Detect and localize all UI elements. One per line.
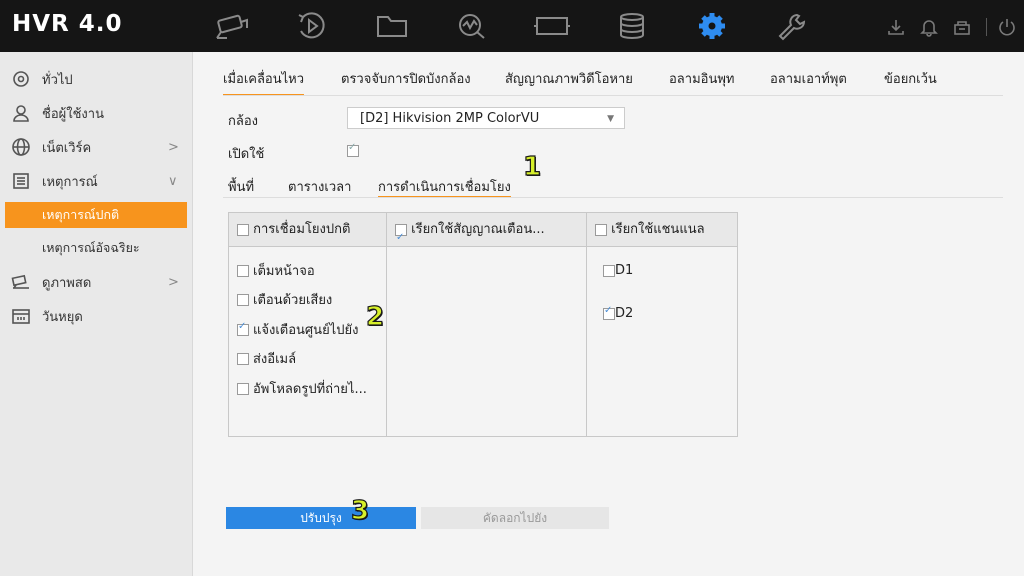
checkbox[interactable] (237, 382, 249, 395)
sidebar-item-label: เหตุการณ์ (42, 174, 98, 190)
camera-label: กล้อง (228, 114, 258, 129)
linkage-grid: การเชื่อมโยงปกติ เรียกใช้สัญญาณเตือน... … (228, 212, 738, 437)
enable-label: เปิดใช้ (228, 147, 265, 162)
chevron-down-icon: ∨ (168, 173, 178, 189)
checkbox[interactable] (237, 352, 249, 365)
checkbox[interactable] (237, 293, 249, 306)
apply-button[interactable]: ปรับปรุง (226, 507, 416, 529)
step-badge-1: 1 (522, 151, 542, 182)
camera-select-value: [D2] Hikvision 2MP ColorVU (360, 111, 540, 126)
sidebar-item-label: ดูภาพสด (42, 275, 92, 291)
tab-video-tampering[interactable]: ตรวจจับการปิดบังกล้อง (341, 68, 471, 94)
power-icon[interactable] (996, 16, 1018, 38)
col-header-trigger-alarm[interactable]: เรียกใช้สัญญาณเตือน... (387, 213, 586, 247)
lock-screen-icon[interactable] (951, 16, 973, 38)
item-label: เตือนด้วยเสียง (253, 293, 333, 308)
checkbox[interactable] (603, 264, 615, 277)
step-badge-2: 2 (365, 301, 385, 332)
tab-motion[interactable]: เมื่อเคลื่อนไหว (223, 68, 305, 96)
live-view-icon (10, 271, 32, 293)
step-badge-3: 3 (350, 495, 370, 526)
sidebar-item-holiday[interactable]: วันหยุด (0, 301, 192, 331)
list-item-upload-picture[interactable]: อัพโหลดรูปที่ถ่ายไ... (237, 378, 367, 399)
column-divider (386, 213, 387, 436)
subtab-schedule[interactable]: ตารางเวลา (288, 176, 351, 196)
general-settings-icon (10, 68, 32, 90)
playback-icon[interactable] (290, 9, 334, 43)
sidebar-item-label: วันหยุด (42, 309, 83, 325)
camera-icon[interactable] (210, 9, 254, 43)
wrench-icon[interactable] (770, 9, 814, 43)
sidebar-subitem-smart-event[interactable]: เหตุการณ์อัจฉริยะ (0, 235, 192, 261)
tab-video-loss[interactable]: สัญญาณภาพวิดีโอหาย (505, 68, 633, 94)
video-channel-icon[interactable] (530, 9, 574, 43)
col-header-trigger-channel[interactable]: เรียกใช้แชนแนล (587, 213, 737, 247)
copy-to-button[interactable]: คัดลอกไปยัง (421, 507, 609, 529)
subtab-linkage-action[interactable]: การดำเนินการเชื่อมโยง (378, 176, 511, 198)
globe-icon (10, 136, 32, 158)
col-header-label: การเชื่อมโยงปกติ (253, 222, 351, 237)
enable-checkbox[interactable] (347, 142, 359, 157)
item-label: ส่งอีเมล์ (253, 352, 297, 367)
gear-icon[interactable] (690, 9, 734, 43)
list-item-send-email[interactable]: ส่งอีเมล์ (237, 348, 296, 369)
sidebar-item-label: ทั่วไป (42, 72, 73, 88)
select-all-checkbox[interactable] (595, 223, 607, 236)
download-icon[interactable] (885, 16, 907, 38)
checkbox[interactable] (237, 264, 249, 277)
app-logo: HVR 4.0 (12, 11, 123, 37)
select-all-checkbox[interactable] (237, 223, 249, 236)
sidebar-item-general[interactable]: ทั่วไป (0, 64, 192, 94)
main-content: เมื่อเคลื่อนไหว ตรวจจับการปิดบังกล้อง สั… (193, 52, 1024, 576)
tab-exception[interactable]: ข้อยกเว้น (884, 68, 937, 94)
sidebar-item-label: เน็ตเวิร์ค (42, 140, 92, 156)
col-header-label: เรียกใช้แชนแนล (611, 222, 705, 237)
tab-alarm-input[interactable]: อลามอินพุท (669, 68, 734, 94)
item-label: แจ้งเตือนศูนย์ไปยัง (253, 323, 359, 338)
subtabs-divider (223, 197, 1003, 198)
sidebar-subitem-label: เหตุการณ์ปกติ (42, 207, 120, 222)
toolbar-divider (986, 18, 987, 36)
checkbox[interactable] (237, 321, 249, 336)
tabs-divider (223, 95, 1003, 96)
sidebar-subitem-label: เหตุการณ์อัจฉริยะ (42, 240, 140, 255)
list-item-channel-d1[interactable]: D1 (603, 263, 633, 278)
event-list-icon (10, 170, 32, 192)
column-divider (586, 213, 587, 436)
item-label: อัพโหลดรูปที่ถ่ายไ... (253, 382, 367, 397)
item-label: เต็มหน้าจอ (253, 264, 315, 279)
user-icon (10, 102, 32, 124)
app-window: HVR 4.0 ทั่วไป ชื่อผู้ใช้งาน เน็ตเวิร์ค … (0, 0, 1024, 576)
list-item-audio-warning[interactable]: เตือนด้วยเสียง (237, 289, 332, 310)
chevron-right-icon: > (168, 274, 179, 290)
checkbox[interactable] (603, 305, 615, 320)
list-item-notify-center[interactable]: แจ้งเตือนศูนย์ไปยัง (237, 319, 358, 340)
search-analytics-icon[interactable] (450, 9, 494, 43)
settings-sidebar: ทั่วไป ชื่อผู้ใช้งาน เน็ตเวิร์ค > เหตุกา… (0, 52, 193, 576)
sidebar-item-event[interactable]: เหตุการณ์ ∨ (0, 166, 192, 196)
tab-alarm-output[interactable]: อลามเอาท์พุต (770, 68, 847, 94)
storage-icon[interactable] (610, 9, 654, 43)
item-label: D2 (615, 306, 634, 321)
folder-icon[interactable] (370, 9, 414, 43)
sidebar-item-live-view[interactable]: ดูภาพสด > (0, 267, 192, 297)
sidebar-item-network[interactable]: เน็ตเวิร์ค > (0, 132, 192, 162)
chevron-right-icon: > (168, 139, 179, 155)
col-header-normal-linkage[interactable]: การเชื่อมโยงปกติ (229, 213, 386, 247)
sidebar-item-users[interactable]: ชื่อผู้ใช้งาน (0, 98, 192, 128)
top-nav-bar: HVR 4.0 (0, 0, 1024, 52)
select-all-checkbox[interactable] (395, 221, 407, 246)
sidebar-subitem-normal-event[interactable]: เหตุการณ์ปกติ (5, 202, 187, 228)
list-item-channel-d2[interactable]: D2 (603, 305, 634, 321)
calendar-icon (10, 305, 32, 327)
camera-select[interactable]: [D2] Hikvision 2MP ColorVU ▼ (347, 107, 625, 129)
sidebar-item-label: ชื่อผู้ใช้งาน (42, 106, 104, 122)
list-item-full-screen[interactable]: เต็มหน้าจอ (237, 260, 315, 281)
subtab-area[interactable]: พื้นที่ (228, 176, 254, 196)
item-label: D1 (615, 263, 634, 278)
col-header-label: เรียกใช้สัญญาณเตือน... (411, 222, 545, 237)
bell-icon[interactable] (918, 16, 940, 38)
dropdown-arrow-icon: ▼ (607, 114, 614, 124)
